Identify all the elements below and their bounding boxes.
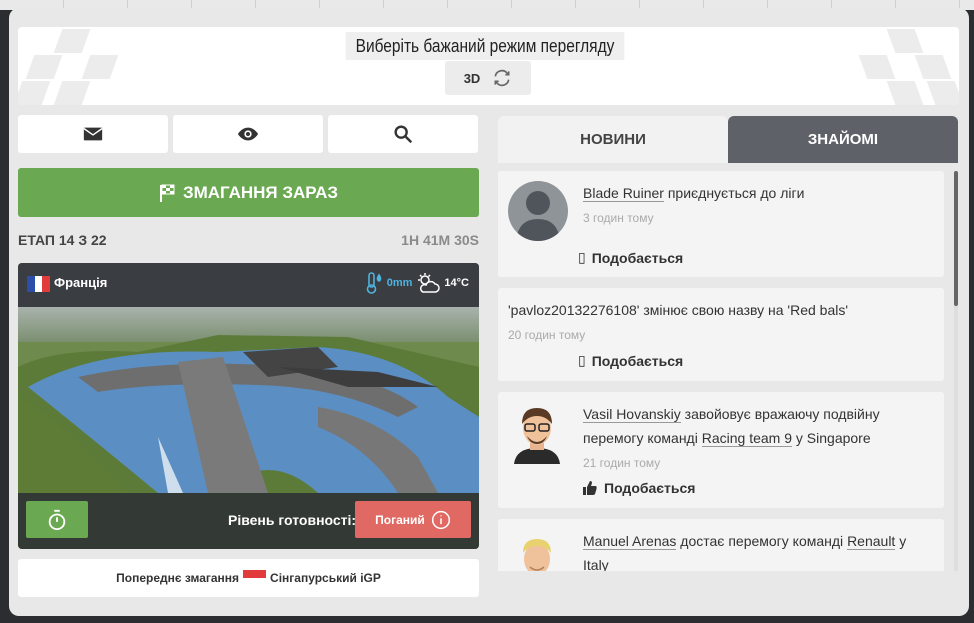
news-text: 'pavloz20132276108' змінює свою назву на… bbox=[508, 302, 849, 318]
user-link[interactable]: Manuel Arenas bbox=[583, 533, 677, 550]
track-image bbox=[18, 307, 479, 493]
news-feed: Blade Ruiner приєднується до ліги 3 годи… bbox=[498, 171, 944, 571]
race-now-label: ЗМАГАННЯ ЗАРАЗ bbox=[182, 182, 339, 202]
track-info-bar: Франція 0mm 14°C bbox=[18, 263, 479, 307]
previous-race-label: Попереднє змагання bbox=[116, 571, 240, 585]
news-text: у Singapore bbox=[795, 430, 871, 446]
news-text: Italy bbox=[583, 557, 609, 571]
readiness-status-button[interactable]: Поганий bbox=[355, 501, 471, 538]
info-icon bbox=[431, 510, 450, 529]
mail-icon bbox=[83, 127, 103, 141]
stopwatch-icon bbox=[48, 509, 66, 530]
country-name: Франція bbox=[54, 275, 108, 290]
partly-cloudy-icon bbox=[418, 273, 441, 293]
search-icon bbox=[394, 125, 413, 144]
team-link[interactable]: Racing team 9 bbox=[701, 430, 793, 447]
list-item: 'pavloz20132276108' змінює свою назву на… bbox=[498, 288, 944, 381]
countdown-timer: 1H 41M 30S bbox=[401, 232, 479, 248]
user-link[interactable]: Vasil Hovanskiy bbox=[583, 406, 681, 423]
news-time: 21 годин тому bbox=[583, 456, 661, 470]
avatar bbox=[514, 408, 560, 464]
stopwatch-button[interactable] bbox=[26, 501, 88, 538]
like-label: Подобається bbox=[604, 480, 696, 496]
news-text: приєднується до ліги bbox=[667, 185, 805, 201]
search-button[interactable] bbox=[328, 115, 478, 153]
news-tabs: НОВИНИ ЗНАЙОМІ bbox=[498, 116, 959, 163]
like-button[interactable]: Подобається bbox=[582, 480, 695, 496]
stage-info: ЕТАП 14 З 22 1H 41M 30S bbox=[18, 232, 479, 252]
stage-label: ЕТАП 14 З 22 bbox=[18, 232, 107, 248]
mail-button[interactable] bbox=[18, 115, 168, 153]
weather-info: 0mm 14°C bbox=[365, 271, 469, 295]
readiness-bar: Рівень готовності: Поганий bbox=[18, 493, 479, 549]
avatar bbox=[508, 181, 568, 241]
list-item: Manuel Arenas достає перемогу команді Re… bbox=[498, 519, 944, 571]
checkered-decoration-left bbox=[18, 27, 119, 105]
list-item: Vasil Hovanskiy завойовує вражаючу подві… bbox=[498, 392, 944, 508]
spectate-button[interactable] bbox=[173, 115, 323, 153]
user-link[interactable]: Blade Ruiner bbox=[583, 185, 664, 202]
team-link[interactable]: Renault bbox=[847, 533, 896, 550]
news-text: у bbox=[899, 533, 907, 549]
news-text: завойовує вражаючу подвійну bbox=[684, 406, 880, 422]
tab-news[interactable]: НОВИНИ bbox=[498, 116, 728, 163]
previous-race-name: Сінгапурський iGP bbox=[270, 571, 381, 585]
news-text: достає перемогу команді bbox=[680, 533, 844, 549]
rain-amount: 0mm bbox=[386, 277, 413, 289]
checkered-decoration-right bbox=[858, 27, 959, 105]
tab-friends[interactable]: ЗНАЙОМІ bbox=[728, 116, 958, 163]
refresh-icon bbox=[494, 69, 510, 87]
view-mode-title: Виберіть бажаний режим перегляду перегон… bbox=[345, 32, 625, 84]
news-text: перемогу команді bbox=[583, 430, 698, 446]
mode-label: 3D bbox=[463, 70, 481, 86]
like-label: Подобається bbox=[591, 352, 684, 369]
singapore-flag-icon bbox=[243, 570, 267, 586]
like-button[interactable]: ▯ Подобається bbox=[578, 352, 683, 369]
checkered-flag-icon bbox=[159, 184, 175, 202]
readiness-value: Поганий bbox=[375, 512, 425, 527]
list-item: Blade Ruiner приєднується до ліги 3 годи… bbox=[498, 171, 944, 277]
track-card: Франція 0mm 14°C Рівень готовності: Пога… bbox=[18, 263, 479, 549]
like-button[interactable]: ▯ Подобається bbox=[578, 249, 683, 266]
like-icon: ▯ bbox=[578, 249, 586, 265]
news-time: 3 годин тому bbox=[583, 211, 654, 225]
like-label: Подобається bbox=[591, 249, 684, 266]
previous-race-link[interactable]: Попереднє змагання Сінгапурський iGP bbox=[18, 559, 479, 597]
thumbs-up-icon bbox=[583, 481, 597, 495]
readiness-label: Рівень готовності: bbox=[228, 512, 357, 528]
eye-icon bbox=[237, 127, 259, 141]
race-now-button[interactable]: ЗМАГАННЯ ЗАРАЗ bbox=[18, 168, 479, 217]
view-mode-toggle-button[interactable]: 3D bbox=[445, 61, 531, 95]
thermometer-rain-icon bbox=[366, 272, 382, 294]
like-icon: ▯ bbox=[578, 352, 586, 368]
avatar bbox=[523, 539, 551, 571]
temperature: 14°C bbox=[444, 277, 469, 289]
news-time: 20 годин тому bbox=[508, 328, 586, 342]
feed-scrollbar-thumb[interactable] bbox=[954, 171, 958, 306]
france-flag-icon bbox=[27, 276, 51, 292]
